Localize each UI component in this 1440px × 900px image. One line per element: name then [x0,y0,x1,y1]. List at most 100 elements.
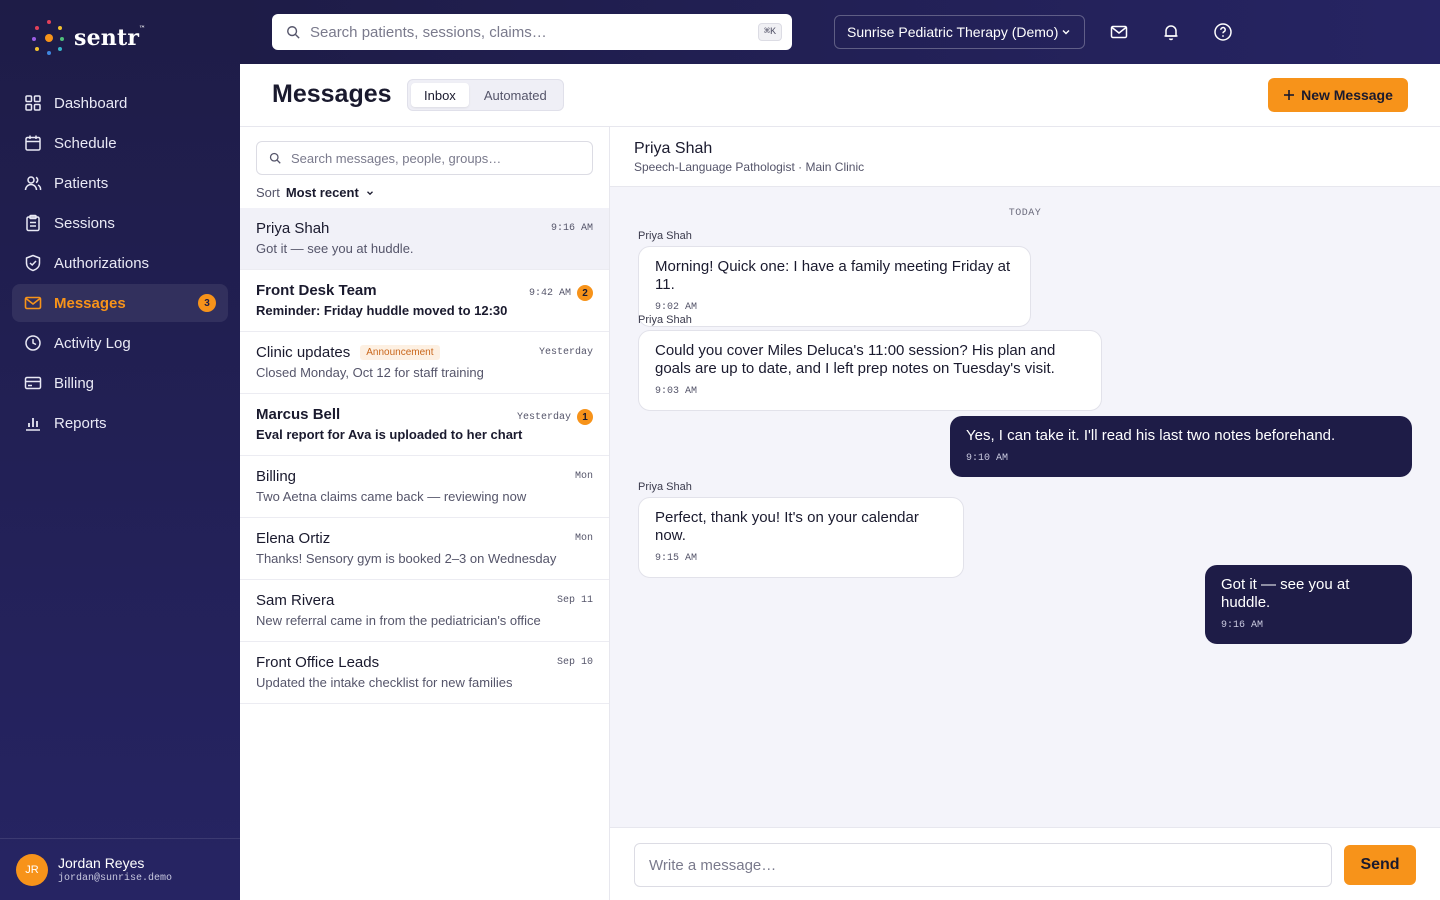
sidebar-item-label: Dashboard [54,94,128,112]
conversation-item[interactable]: Front Desk Team Reminder: Friday huddle m… [240,270,609,332]
tab-automated[interactable]: Automated [471,83,560,107]
bell-icon[interactable] [1159,20,1183,44]
outgoing-message: Yes, I can take it. I'll read his last t… [950,416,1412,477]
conversation-item[interactable]: Priya Shah Got it — see you at huddle. 9:1… [240,208,609,270]
sidebar-item-schedule[interactable]: Schedule [12,124,228,162]
logo[interactable]: sentr™ [28,18,145,58]
conversation-item[interactable]: Marcus Bell Eval report for Ava is upload… [240,394,609,456]
global-search-input[interactable]: Search patients, sessions, claims… ⌘K [272,14,792,50]
conversation-preview: Thanks! Sensory gym is booked 2–3 on Wed… [256,551,557,566]
conversation-meta: 9:16 AM [551,223,593,234]
message-bubble[interactable]: Perfect, thank you! It's on your calenda… [638,497,964,578]
mail-icon[interactable] [1107,20,1131,44]
sidebar-item-sessions[interactable]: Sessions [12,204,228,242]
thread-contact-name: Priya Shah [634,140,713,157]
conversation-name: Marcus Bell [256,406,341,423]
tab-inbox[interactable]: Inbox [411,83,469,107]
top-bar: Search patients, sessions, claims… ⌘K Su… [240,0,1440,64]
message-search-placeholder: Search messages, people, groups… [291,150,502,166]
sort-label: Sort [256,185,280,200]
conversation-title-row: Sam Rivera [256,592,593,609]
conversation-time: Mon [574,533,593,544]
conversation-name: Elena Ortiz [256,530,331,547]
conversation-preview: New referral came in from the pediatrici… [256,613,541,628]
chevron-down-icon [366,190,373,195]
conversation-name: Front Office Leads [256,654,380,671]
sidebar-item-dashboard[interactable]: Dashboard [12,84,228,122]
sidebar-item-messages[interactable]: Messages 3 [12,284,228,322]
sidebar-item-patients[interactable]: Patients [12,164,228,202]
sidebar-item-label: Messages [54,294,126,312]
unread-count-badge: 1 [577,409,593,425]
new-message-button[interactable]: New Message [1268,78,1408,112]
message-sender: Priya Shah [638,314,692,326]
logo-mark-icon [28,18,68,58]
sort-control[interactable]: Sort Most recent [256,185,375,200]
sidebar: sentr™ Dashboard Schedule Patients Sessions… [0,0,240,900]
conversation-time: 9:42 AM [528,287,571,299]
message-input[interactable]: Write a message… [634,843,1332,887]
conversation-name: Front Desk Team [256,282,377,299]
conversation-name: Sam Rivera [256,592,335,609]
organization-select[interactable]: Sunrise Pediatric Therapy (Demo) [834,15,1085,49]
logo-text: sentr™ [74,25,146,51]
message-time: 9:15 AM [655,553,698,564]
unread-count-badge: 3 [198,294,216,312]
conversation-preview: Updated the intake checklist for new fam… [256,675,513,690]
conversation-preview: Two Aetna claims came back — reviewing n… [256,489,527,504]
search-icon [287,26,300,39]
message-bubble[interactable]: Yes, I can take it. I'll read his last t… [950,416,1412,477]
conversation-item[interactable]: Sam Rivera New referral came in from the … [240,580,609,642]
avatar[interactable]: JR [16,853,48,886]
message-text: Morning! Quick one: I have a family meet… [655,258,1011,293]
conversation-title-row: Billing [256,468,593,485]
plus-icon [1284,90,1295,100]
conversation-item[interactable]: Elena Ortiz Thanks! Sensory gym is booked… [240,518,609,580]
send-button[interactable]: Send [1344,845,1416,885]
users-icon [24,174,42,192]
incoming-message: Priya Shah Morning! Quick one: I have a f… [638,230,1031,327]
user-name: Jordan Reyes [58,855,145,871]
shortcut-hint: ⌘K [757,23,782,41]
sidebar-item-label: Billing [54,374,95,392]
sidebar-item-authorizations[interactable]: Authorizations [12,244,228,282]
conversation-time: Mon [574,471,593,482]
incoming-message: Priya Shah Perfect, thank you! It's on yo… [638,481,964,578]
conversation-list-panel: Search messages, people, groups… Sort Mo… [240,127,610,900]
day-divider: TODAY [1008,208,1042,219]
message-text: Could you cover Miles Deluca's 11:00 ses… [655,342,1056,377]
new-message-label: New Message [1301,87,1393,103]
sidebar-item-activity-log[interactable]: Activity Log [12,324,228,362]
sidebar-item-label: Schedule [54,134,117,152]
help-icon[interactable] [1211,20,1235,44]
sidebar-nav: Dashboard Schedule Patients Sessions Authori… [12,84,228,444]
conversation-item[interactable]: Front Office Leads Updated the intake che… [240,642,609,704]
global-search-placeholder: Search patients, sessions, claims… [310,23,547,41]
sidebar-item-reports[interactable]: Reports [12,404,228,442]
message-thread: Priya Shah Speech-Language Pathologist ·… [610,127,1440,900]
conversation-item[interactable]: Clinic updates Announcement Closed Monday,… [240,332,609,394]
sidebar-item-label: Reports [54,414,107,432]
message-search-input[interactable]: Search messages, people, groups… [256,141,593,175]
message-bubble[interactable]: Got it — see you at huddle. 9:16 AM [1205,565,1412,644]
user-profile[interactable]: JR Jordan Reyes jordan@sunrise.demo [0,838,240,900]
clock-icon [24,334,42,352]
conversation-time: 9:16 AM [550,223,593,234]
conversation-time: Sep 10 [556,657,593,668]
mail-icon [24,294,42,312]
sidebar-item-billing[interactable]: Billing [12,364,228,402]
composer: Write a message… Send [610,827,1440,900]
message-text: Yes, I can take it. I'll read his last t… [966,427,1336,444]
search-icon [269,152,281,164]
thread-header: Priya Shah Speech-Language Pathologist ·… [610,127,1440,187]
dashboard-icon [24,94,42,112]
conversation-meta: Sep 11 [557,595,593,606]
conversation-list: Priya Shah Got it — see you at huddle. 9:1… [240,208,609,704]
conversation-meta: 9:42 AM 2 [529,285,593,301]
conversation-preview: Got it — see you at huddle. [256,241,414,256]
thread-contact-role: Speech-Language Pathologist · Main Clini… [634,160,865,174]
message-bubble[interactable]: Could you cover Miles Deluca's 11:00 ses… [638,330,1102,411]
conversation-meta: Mon [575,471,593,482]
conversation-item[interactable]: Billing Two Aetna claims came back — revi… [240,456,609,518]
announcement-tag: Announcement [360,345,440,360]
